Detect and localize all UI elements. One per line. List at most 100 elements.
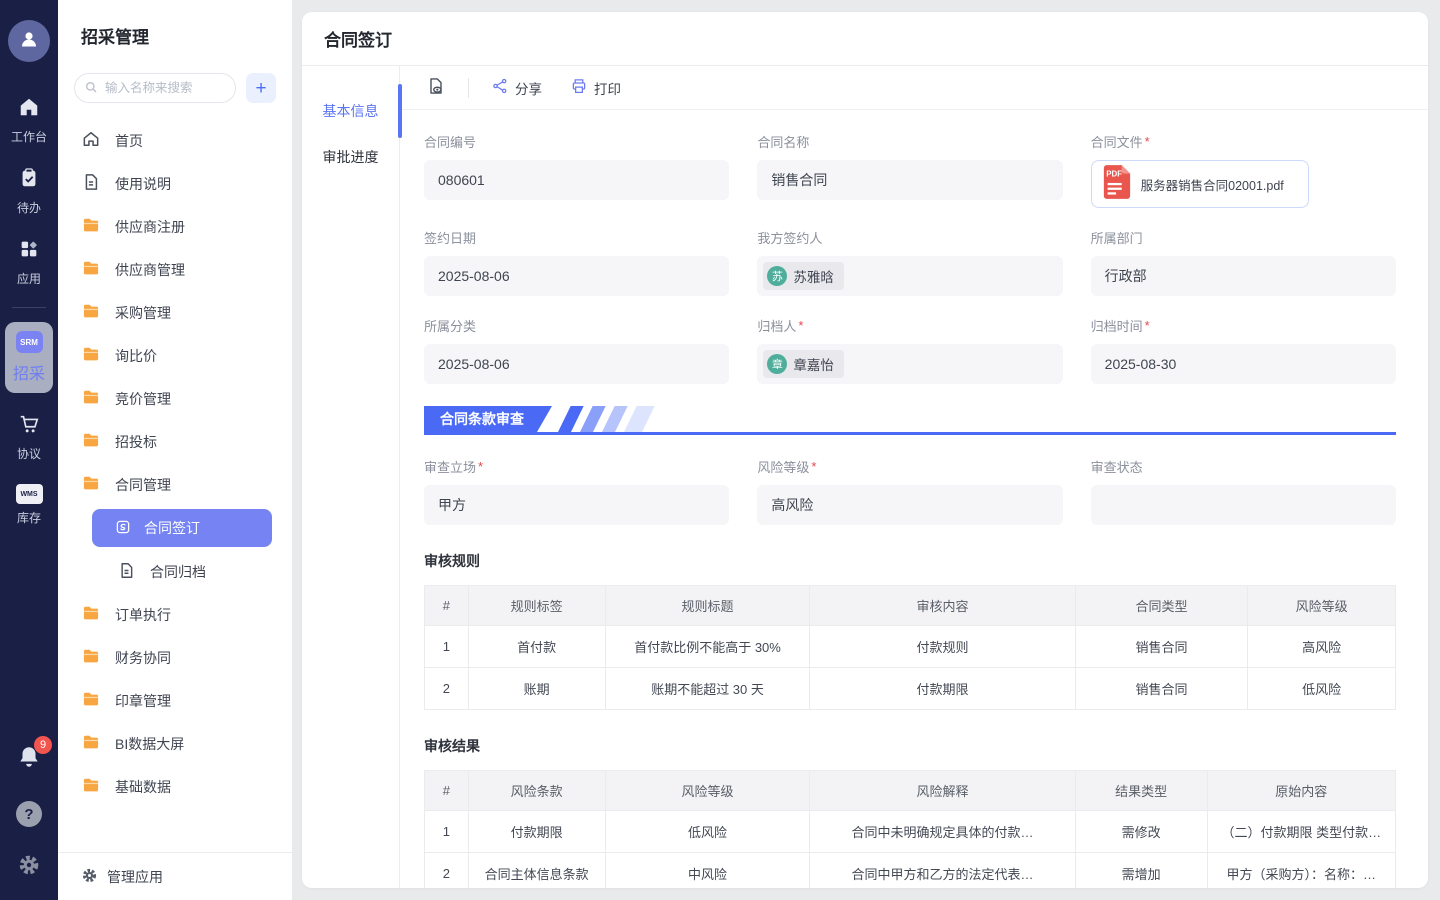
category-input[interactable]: 2025-08-06: [424, 344, 729, 384]
cell: 1: [425, 811, 469, 853]
field-label: 归档人: [757, 316, 796, 335]
sidebar-item-label: 合同归档: [150, 562, 206, 582]
sidebar-item-bidding-management[interactable]: 竞价管理: [58, 377, 292, 420]
sidebar-item-supplier-management[interactable]: 供应商管理: [58, 248, 292, 291]
signer-input[interactable]: 苏 苏雅晗: [757, 256, 1062, 296]
folder-icon: [81, 646, 101, 669]
sidebar-item-bi-dashboard[interactable]: BI数据大屏: [58, 722, 292, 765]
column-header: #: [425, 586, 469, 626]
cell: 付款期限: [468, 811, 605, 853]
pdf-file-icon: PDF: [1102, 164, 1132, 205]
table-row[interactable]: 2 账期 账期不能超过 30 天 付款期限 销售合同 低风险: [425, 668, 1396, 710]
sidebar-item-usage-guide[interactable]: 使用说明: [58, 162, 292, 205]
sidebar-item-label: BI数据大屏: [115, 734, 184, 754]
sign-date-input[interactable]: 2025-08-06: [424, 256, 729, 296]
folder-icon: [81, 732, 101, 755]
rail-item-label: 招采: [13, 360, 45, 384]
field-category: 所属分类 2025-08-06: [424, 316, 729, 384]
column-header: 风险条款: [468, 771, 605, 811]
help-button[interactable]: ?: [16, 801, 42, 827]
folder-icon: [81, 344, 101, 367]
printer-icon: [570, 77, 588, 98]
contract-name-input[interactable]: 销售合同: [757, 160, 1062, 200]
review-status-input[interactable]: [1091, 485, 1396, 525]
rail-item-apps[interactable]: 应用: [17, 238, 41, 287]
cell: 低风险: [605, 811, 810, 853]
manage-apps-button[interactable]: 管理应用: [58, 852, 292, 900]
rail-item-workbench[interactable]: 工作台: [11, 96, 47, 145]
field-contract-name: 合同名称 销售合同: [757, 132, 1062, 208]
cell: 需修改: [1075, 811, 1207, 853]
sidebar-menu: 首页 使用说明 供应商注册 供应商管理 采购管理 询比价 竞价管理 招投标: [58, 119, 292, 852]
file-preview-button[interactable]: [426, 76, 446, 99]
column-header: 结果类型: [1075, 771, 1207, 811]
field-label: 合同编号: [424, 132, 476, 151]
results-heading: 审核结果: [424, 736, 1396, 756]
sidebar-item-base-data[interactable]: 基础数据: [58, 765, 292, 808]
manage-apps-label: 管理应用: [107, 867, 163, 887]
field-contract-no: 合同编号 080601: [424, 132, 729, 208]
sidebar-item-finance-collaboration[interactable]: 财务协同: [58, 636, 292, 679]
main-area: 合同签订 基本信息 审批进度 分享: [292, 0, 1440, 900]
department-input[interactable]: 行政部: [1091, 256, 1396, 296]
contract-no-input[interactable]: 080601: [424, 160, 729, 200]
gear-icon[interactable]: [17, 853, 41, 882]
archive-time-input[interactable]: 2025-08-30: [1091, 344, 1396, 384]
rail-item-srm-active[interactable]: SRM 招采: [5, 322, 53, 393]
banner-stripe: [602, 406, 628, 432]
cell: 付款期限: [810, 668, 1075, 710]
sidebar-item-order-execution[interactable]: 订单执行: [58, 593, 292, 636]
notification-bell[interactable]: 9: [16, 744, 42, 775]
tab-approval-progress[interactable]: 审批进度: [302, 134, 399, 180]
table-row[interactable]: 1 首付款 首付款比例不能高于 30% 付款规则 销售合同 高风险: [425, 626, 1396, 668]
sidebar-item-supplier-register[interactable]: 供应商注册: [58, 205, 292, 248]
contract-file-attachment[interactable]: PDF 服务器销售合同02001.pdf: [1091, 160, 1309, 208]
risk-level-input[interactable]: 高风险: [757, 485, 1062, 525]
share-button[interactable]: 分享: [491, 77, 542, 98]
field-archiver: 归档人* 章 章嘉怡: [757, 316, 1062, 384]
folder-icon: [81, 258, 101, 281]
cell: 销售合同: [1075, 668, 1248, 710]
sidebar-item-procurement-management[interactable]: 采购管理: [58, 291, 292, 334]
column-header: 规则标签: [468, 586, 605, 626]
add-button[interactable]: +: [246, 73, 276, 103]
person-avatar: 苏: [767, 266, 787, 286]
sidebar-item-contract-signing[interactable]: 合同签订: [92, 509, 272, 547]
grid-icon: [18, 238, 40, 265]
cell: 1: [425, 626, 469, 668]
cell: 销售合同: [1075, 626, 1248, 668]
rail-item-label: 待办: [17, 199, 41, 216]
print-button[interactable]: 打印: [570, 77, 621, 98]
sidebar-item-home[interactable]: 首页: [58, 119, 292, 162]
sidebar-item-inquiry[interactable]: 询比价: [58, 334, 292, 377]
required-mark: *: [478, 459, 483, 474]
clipboard-check-icon: [18, 167, 40, 194]
table-row[interactable]: 2 合同主体信息条款 中风险 合同中甲方和乙方的法定代表… 需增加 甲方（采购方…: [425, 853, 1396, 889]
archiver-input[interactable]: 章 章嘉怡: [757, 344, 1062, 384]
srm-badge-icon: SRM: [16, 331, 43, 353]
field-label: 我方签约人: [757, 228, 822, 247]
sidebar-item-label: 财务协同: [115, 648, 171, 668]
cell: 2: [425, 853, 469, 889]
rail-item-agreement[interactable]: 协议: [17, 413, 41, 462]
sidebar-item-tender[interactable]: 招投标: [58, 420, 292, 463]
sidebar-item-label: 基础数据: [115, 777, 171, 797]
sidebar-item-label: 印章管理: [115, 691, 171, 711]
sidebar-item-seal-management[interactable]: 印章管理: [58, 679, 292, 722]
column-header: 风险解释: [810, 771, 1075, 811]
rail-item-todo[interactable]: 待办: [17, 167, 41, 216]
sidebar-item-contract-archive[interactable]: 合同归档: [58, 550, 292, 593]
cell: 账期: [468, 668, 605, 710]
field-label: 所属部门: [1091, 228, 1143, 247]
table-row[interactable]: 1 付款期限 低风险 合同中未明确规定具体的付款… 需修改 （二）付款期限 类型…: [425, 811, 1396, 853]
user-avatar[interactable]: [8, 20, 50, 62]
file-preview-icon: [426, 76, 446, 99]
home-icon: [81, 129, 101, 152]
review-stance-input[interactable]: 甲方: [424, 485, 729, 525]
tab-basic-info[interactable]: 基本信息: [302, 88, 399, 134]
rules-table: # 规则标签 规则标题 审核内容 合同类型 风险等级 1 首付款: [424, 585, 1396, 710]
rail-item-label: 协议: [17, 445, 41, 462]
sidebar-item-label: 合同管理: [115, 475, 171, 495]
rail-item-inventory[interactable]: WMS 库存: [16, 484, 43, 526]
sidebar-item-contract-management[interactable]: 合同管理: [58, 463, 292, 506]
